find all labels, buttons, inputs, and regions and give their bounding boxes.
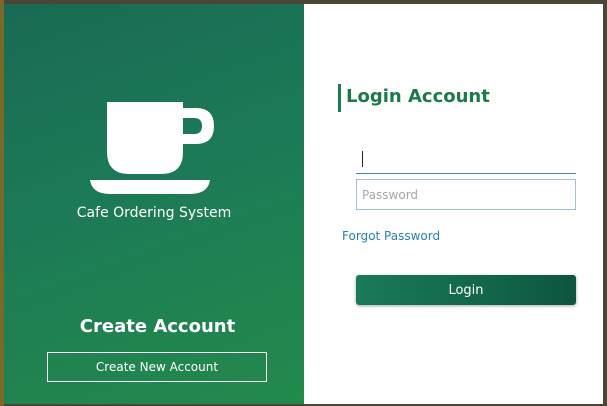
- password-input[interactable]: [356, 179, 576, 210]
- username-input[interactable]: [356, 147, 576, 174]
- login-window: Cafe Ordering System Create Account Crea…: [4, 4, 603, 404]
- welcome-panel: Cafe Ordering System Create Account Crea…: [4, 4, 304, 404]
- create-account-heading: Create Account: [79, 316, 236, 337]
- login-button[interactable]: Login: [356, 275, 576, 305]
- create-new-account-button[interactable]: Create New Account: [47, 352, 267, 382]
- app-name: Cafe Ordering System: [76, 205, 232, 221]
- login-title: Login Account: [346, 86, 490, 107]
- coffee-cup-icon: [90, 102, 214, 194]
- forgot-password-link[interactable]: Forgot Password: [342, 229, 440, 243]
- text-caret: [362, 151, 363, 167]
- login-title-accent: [338, 84, 341, 112]
